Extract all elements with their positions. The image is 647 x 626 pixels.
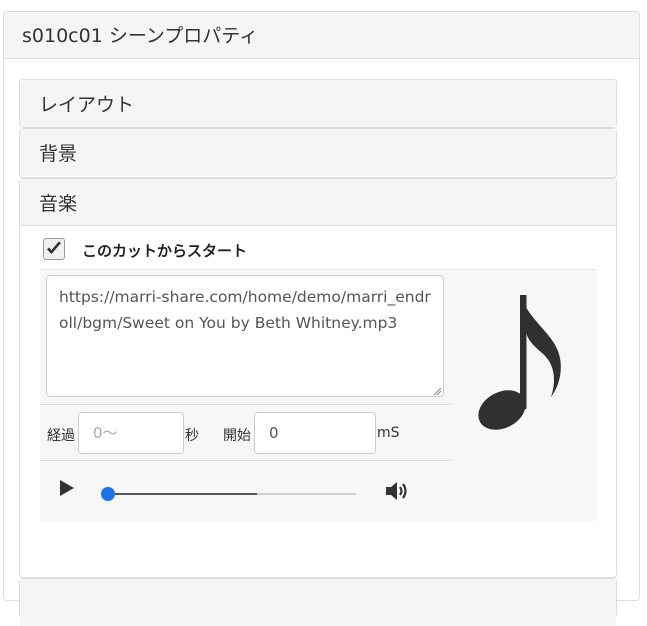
- section-next-header[interactable]: [20, 579, 616, 626]
- start-from-cut-checkbox[interactable]: [43, 238, 65, 260]
- section-layout[interactable]: レイアウト: [19, 79, 617, 128]
- music-url-textarea[interactable]: [46, 275, 444, 397]
- panel-title: s010c01 シーンプロパティ: [4, 12, 639, 59]
- divider: [40, 269, 597, 270]
- audio-player: [40, 461, 451, 521]
- section-background[interactable]: 背景: [19, 128, 617, 178]
- volume-icon[interactable]: [386, 481, 412, 501]
- start-from-cut-label: このカットからスタート: [82, 242, 248, 260]
- start-ms-input[interactable]: [254, 412, 376, 454]
- section-next[interactable]: [19, 578, 617, 626]
- music-media-area: 経過 秒 開始 mS: [40, 269, 597, 521]
- checkmark-icon: [47, 241, 61, 254]
- seek-bar[interactable]: [101, 487, 356, 501]
- music-note-icon: [478, 295, 561, 430]
- start-label: 開始: [223, 428, 251, 444]
- seek-bar-progress: [108, 493, 257, 495]
- time-settings-row: 経過 秒 開始 mS: [40, 404, 451, 461]
- resize-grip-icon[interactable]: [432, 386, 442, 396]
- play-icon[interactable]: [60, 480, 74, 496]
- elapsed-seconds-input[interactable]: [78, 412, 184, 454]
- section-layout-header[interactable]: レイアウト: [20, 80, 616, 127]
- section-music-header[interactable]: 音楽: [20, 179, 616, 226]
- elapsed-unit-label: 秒: [185, 428, 199, 444]
- elapsed-label: 経過: [47, 428, 75, 444]
- seek-thumb[interactable]: [101, 487, 115, 501]
- start-unit-label: mS: [377, 425, 400, 441]
- section-background-header[interactable]: 背景: [20, 129, 616, 176]
